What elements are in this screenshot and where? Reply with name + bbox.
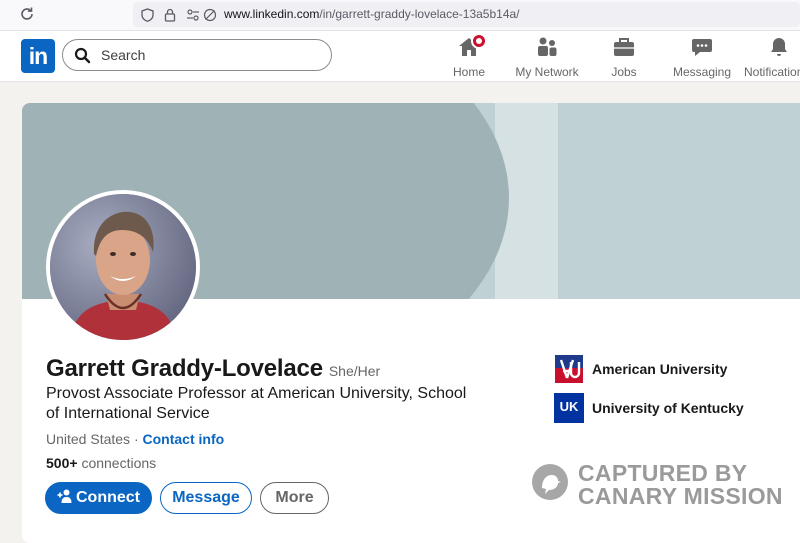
american-university-logo xyxy=(554,354,584,384)
uk-logo-text: UK xyxy=(559,399,579,414)
profile-photo-image xyxy=(50,194,196,340)
nav-item-jobs[interactable]: Jobs xyxy=(604,35,644,79)
bell-icon xyxy=(767,35,791,59)
location-line: United States · Contact info xyxy=(46,431,224,447)
contact-info-link[interactable]: Contact info xyxy=(143,431,225,447)
profile-headline: Provost Associate Professor at American … xyxy=(46,385,467,422)
profile-name: Garrett Graddy-Lovelace She/Her xyxy=(46,355,380,383)
linkedin-global-nav: in Home My Network xyxy=(0,31,800,82)
nav-item-messaging[interactable]: Messaging xyxy=(672,35,732,79)
linkedin-logo[interactable]: in xyxy=(21,39,55,73)
network-icon xyxy=(535,35,559,59)
tracking-shield-icon[interactable] xyxy=(141,8,154,22)
university-of-kentucky-logo: UK xyxy=(554,393,584,423)
permissions-icon[interactable] xyxy=(186,8,200,22)
message-button[interactable]: Message xyxy=(160,482,252,514)
canary-mission-watermark: CAPTURED BY CANARY MISSION xyxy=(532,460,800,512)
connections-line[interactable]: 500+ connections xyxy=(46,455,156,471)
camera-blocked-icon[interactable] xyxy=(203,8,217,22)
more-button[interactable]: More xyxy=(260,482,329,514)
briefcase-icon xyxy=(612,35,636,59)
nav-item-home-label: Home xyxy=(452,65,485,79)
search-icon xyxy=(74,47,91,64)
address-bar[interactable]: www.linkedin.com/in/garrett-graddy-lovel… xyxy=(133,2,800,27)
separator-dot: · xyxy=(133,431,139,447)
connect-button-label: Connect xyxy=(76,489,140,506)
url-path: /in/garrett-graddy-lovelace-13a5b14a/ xyxy=(319,7,520,21)
nav-item-my-network[interactable]: My Network xyxy=(512,35,582,79)
reload-icon[interactable] xyxy=(18,5,36,23)
nav-item-notifications[interactable]: Notifications xyxy=(744,35,800,79)
lock-icon[interactable] xyxy=(164,8,176,22)
connections-label: connections xyxy=(81,455,157,471)
nav-item-my-network-label: My Network xyxy=(515,65,579,79)
nav-item-jobs-label: Jobs xyxy=(611,65,637,79)
location: United States xyxy=(46,431,131,447)
home-icon xyxy=(457,33,487,59)
profile-name-text: Garrett Graddy-Lovelace xyxy=(46,355,323,382)
connect-button[interactable]: Connect xyxy=(45,482,152,514)
url-domain: www.linkedin.com xyxy=(224,7,320,21)
pronouns: She/Her xyxy=(328,363,381,379)
url-text: www.linkedin.com/in/garrett-graddy-lovel… xyxy=(224,7,520,21)
messaging-icon xyxy=(690,35,714,59)
nav-item-home[interactable]: Home xyxy=(449,33,489,79)
back-arrow-icon[interactable]: › xyxy=(0,7,6,21)
nav-item-notifications-label: Notifications xyxy=(744,65,800,79)
watermark-line-2: CANARY MISSION xyxy=(578,483,783,509)
nav-item-messaging-label: Messaging xyxy=(672,65,732,79)
search-input[interactable] xyxy=(101,46,321,64)
profile-photo[interactable] xyxy=(46,190,200,344)
notification-badge xyxy=(471,33,487,49)
canary-logo-icon xyxy=(532,464,568,500)
add-person-icon xyxy=(57,489,72,503)
education-name: American University xyxy=(592,361,728,377)
browser-toolbar: › www.linkedin.com/in/garrett-graddy-lov… xyxy=(0,0,800,31)
connections-count: 500+ xyxy=(46,455,78,471)
search-box[interactable] xyxy=(62,39,332,71)
education-name: University of Kentucky xyxy=(592,400,744,416)
